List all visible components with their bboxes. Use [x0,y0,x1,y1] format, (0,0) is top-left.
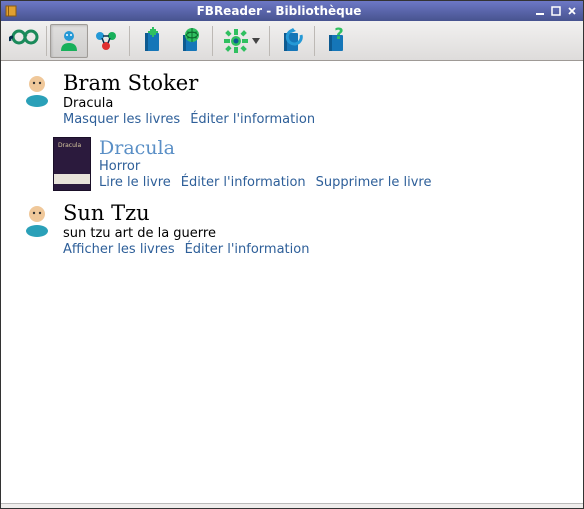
author-name: Bram Stoker [63,71,573,95]
toggle-books-link[interactable]: Masquer les livres [63,112,180,127]
toolbar-add-book-button[interactable] [133,24,171,58]
remove-book-link[interactable]: Supprimer le livre [316,175,432,190]
toggle-books-link[interactable]: Afficher les livres [63,242,175,257]
author-avatar-icon [19,201,55,257]
book-cover[interactable]: Dracula [53,137,91,191]
titlebar: FBReader - Bibliothèque [1,1,583,21]
close-button[interactable] [565,4,579,18]
toolbar-separator [314,26,315,56]
application-window: FBReader - Bibliothèque [0,0,584,509]
toolbar-network-button[interactable] [88,24,126,58]
edit-book-link[interactable]: Éditer l'information [181,175,306,190]
book-row: Dracula Dracula Horror Lire le livre Édit… [1,135,581,199]
library-content: Bram Stoker Dracula Masquer les livres Éd… [1,61,583,503]
minimize-button[interactable] [533,4,547,18]
author-row: Sun Tzu sun tzu art de la guerre Affiche… [1,199,581,265]
toolbar-separator [46,26,47,56]
author-row: Bram Stoker Dracula Masquer les livres Éd… [1,69,581,135]
toolbar-author-button[interactable] [50,24,88,58]
toolbar-refresh-button[interactable] [273,24,311,58]
chevron-down-icon [252,38,260,44]
toolbar-separator [269,26,270,56]
statusbar [1,503,583,508]
maximize-button[interactable] [549,4,563,18]
book-title-link[interactable]: Dracula [99,137,573,159]
toolbar: ? [1,21,583,61]
window-controls [533,4,579,18]
app-icon [5,4,19,18]
toolbar-separator [129,26,130,56]
book-genre-link[interactable]: Horror [99,159,573,174]
toolbar-separator [212,26,213,56]
toolbar-search-button[interactable] [5,24,43,58]
toolbar-settings-button[interactable] [216,24,266,58]
book-actions: Lire le livre Éditer l'information Supprim… [99,175,573,190]
toolbar-help-button[interactable]: ? [318,24,356,58]
window-title: FBReader - Bibliothèque [25,4,533,18]
author-subtitle: sun tzu art de la guerre [63,226,573,241]
edit-author-link[interactable]: Éditer l'information [185,242,310,257]
edit-author-link[interactable]: Éditer l'information [190,112,315,127]
author-subtitle: Dracula [63,96,573,111]
book-cover-label: Dracula [58,142,81,149]
read-book-link[interactable]: Lire le livre [99,175,171,190]
author-actions: Afficher les livres Éditer l'information [63,242,573,257]
author-avatar-icon [19,71,55,127]
toolbar-net-library-button[interactable] [171,24,209,58]
svg-text:?: ? [334,27,343,43]
author-name: Sun Tzu [63,201,573,225]
author-actions: Masquer les livres Éditer l'information [63,112,573,127]
